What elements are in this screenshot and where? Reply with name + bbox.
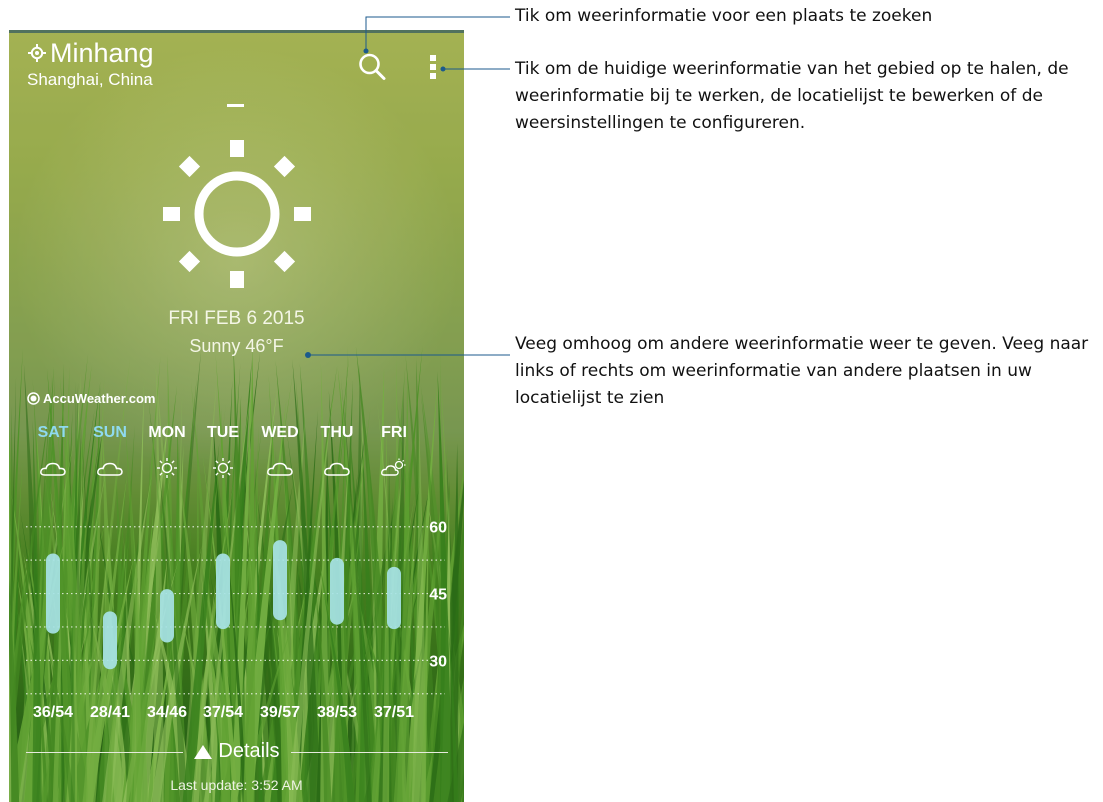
expand-up-icon [194, 744, 213, 759]
temp-bar-mon [160, 589, 174, 643]
temp-range-tue: 37/54 [202, 704, 244, 721]
details-button[interactable]: Details [183, 740, 291, 763]
temp-bar-wed [273, 540, 287, 621]
temp-range-sat: 36/54 [32, 704, 74, 721]
weather-app-screen[interactable]: Minhang Shanghai, China FRI FEB 6 2015 S… [9, 30, 464, 802]
divider-left [26, 752, 183, 753]
callout-menu: Tik om de huidige weerinformatie van het… [515, 59, 1069, 133]
temp-bar-tue [216, 553, 230, 630]
temp-range-mon: 34/46 [146, 704, 188, 721]
temp-bar-fri [387, 566, 401, 630]
y-tick-label: 45 [429, 587, 447, 604]
last-update: Last update: 3:52 AM [170, 777, 303, 793]
temp-bar-sat [46, 553, 60, 634]
temp-range-sun: 28/41 [89, 704, 131, 721]
divider-right [291, 752, 448, 753]
temp-bar-sun [103, 611, 117, 670]
callout-search: Tik om weerinformatie voor een plaats te… [515, 6, 933, 26]
temperature-chart: 30 45 60 [26, 520, 447, 695]
temp-range-wed: 39/57 [259, 704, 301, 721]
callout-swipe: Veeg omhoog om andere weerinformatie wee… [515, 334, 1089, 408]
temp-range-thu: 38/53 [316, 704, 358, 721]
y-tick-label: 60 [429, 520, 447, 537]
details-label: Details [218, 740, 280, 762]
y-tick-label: 30 [429, 653, 447, 670]
temp-bar-thu [330, 557, 344, 625]
temp-range-fri: 37/51 [373, 704, 415, 721]
